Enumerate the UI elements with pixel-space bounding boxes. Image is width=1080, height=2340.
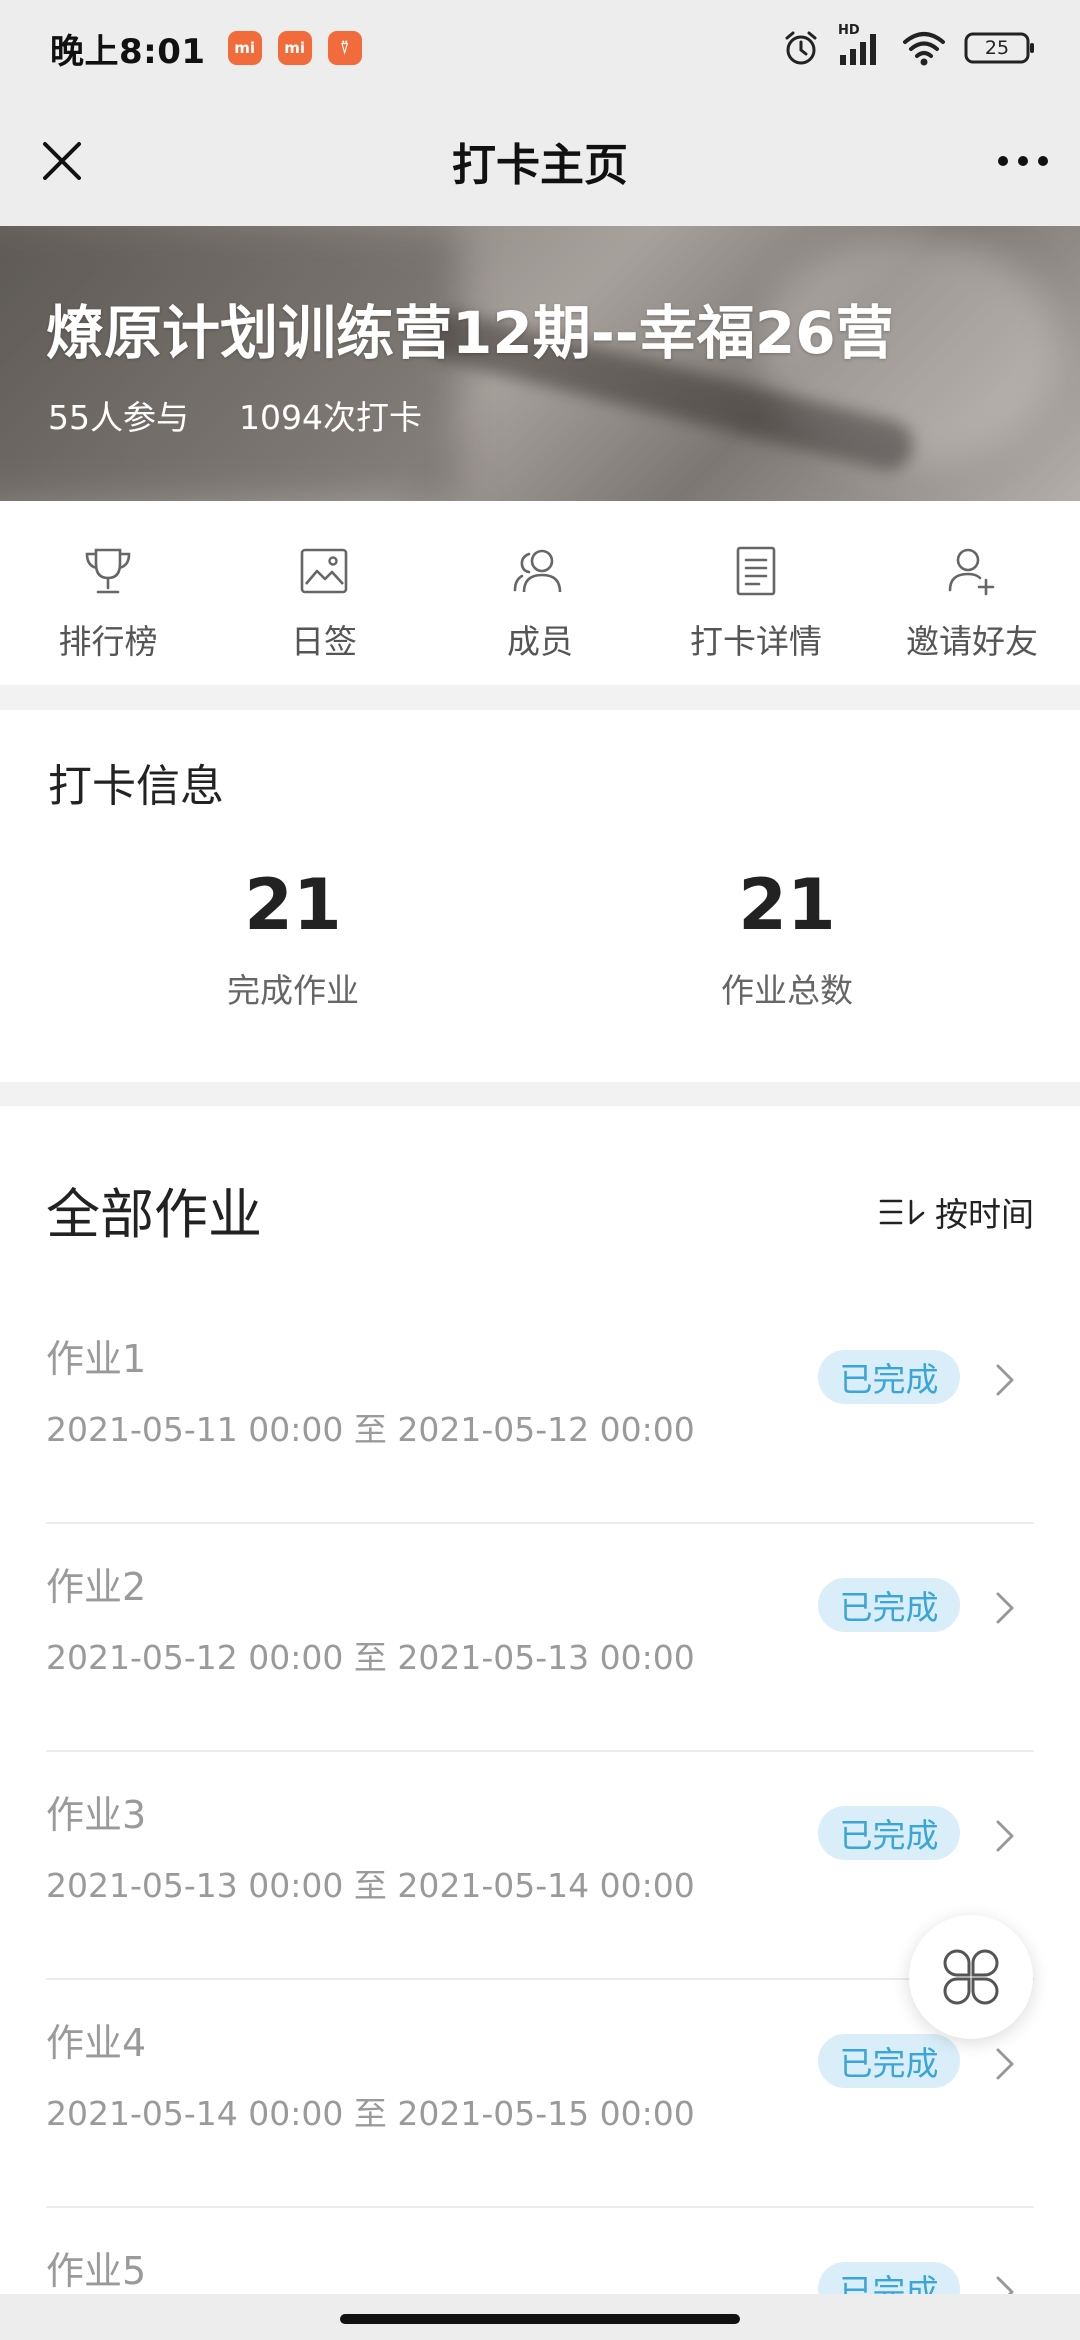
network-type-label: HD (838, 23, 860, 38)
chevron-right-icon (996, 1592, 1014, 1624)
wifi-icon (902, 29, 946, 67)
homework-date-range: 2021-05-13 00:00 至 2021-05-14 00:00 (46, 1866, 695, 1905)
more-dots-icon (998, 156, 1048, 166)
alarm-icon (782, 29, 820, 67)
checkin-info-title: 打卡信息 (48, 761, 224, 812)
homework-date-range: 2021-05-14 00:00 至 2021-05-15 00:00 (46, 2094, 695, 2133)
home-indicator[interactable] (340, 2314, 740, 2324)
chevron-right-icon (996, 1820, 1014, 1852)
homework-name: 作业2 (46, 1565, 147, 1609)
chevron-right-icon (996, 2048, 1014, 2080)
homework-title: 全部作业 (46, 1183, 262, 1246)
clover-grid-icon (943, 1949, 999, 2005)
mi-app-icon: mi (227, 31, 262, 65)
mi-app-icon: mi (277, 31, 312, 65)
checkin-details-button[interactable]: 打卡详情 (648, 501, 864, 685)
camp-title: 燎原计划训练营12期--幸福26营 (46, 299, 894, 367)
status-badge: 已完成 (818, 1806, 960, 1860)
section-divider (0, 1082, 1080, 1106)
document-icon (726, 541, 786, 601)
quick-actions: 排行榜 日签 成员 打卡详情 邀请好友 (0, 501, 1080, 685)
daily-sign-button[interactable]: 日签 (216, 501, 432, 685)
more-button[interactable] (988, 129, 1058, 193)
status-bar: 晚上8:01 mi mi ⍢ HD 25 (0, 0, 1080, 96)
signal-icon: HD (838, 23, 884, 67)
homework-date-range: 2021-05-12 00:00 至 2021-05-13 00:00 (46, 1638, 695, 1677)
members-icon (510, 541, 570, 601)
homework-item[interactable]: 作业3 2021-05-13 00:00 至 2021-05-14 00:00 … (46, 1752, 1034, 1980)
status-time: 晚上8:01 (50, 31, 206, 72)
homework-item[interactable]: 作业2 2021-05-12 00:00 至 2021-05-13 00:00 … (46, 1524, 1034, 1752)
homework-date-range: 2021-05-11 00:00 至 2021-05-12 00:00 (46, 1410, 695, 1449)
homework-list: 作业1 2021-05-11 00:00 至 2021-05-12 00:00 … (46, 1296, 1034, 2294)
homework-item[interactable]: 作业1 2021-05-11 00:00 至 2021-05-12 00:00 … (46, 1296, 1034, 1524)
chevron-right-icon (996, 2276, 1014, 2294)
add-friend-icon (942, 541, 1002, 601)
camp-banner: 燎原计划训练营12期--幸福26营 55人参与 1094次打卡 (0, 226, 1080, 501)
leaderboard-label: 排行榜 (58, 622, 158, 661)
total-stat: 21 作业总数 (587, 870, 987, 1012)
members-label: 成员 (507, 622, 573, 661)
close-icon (43, 142, 81, 180)
status-badge: 已完成 (818, 1350, 960, 1404)
section-divider (0, 685, 1080, 710)
members-button[interactable]: 成员 (432, 501, 648, 685)
checkin-details-label: 打卡详情 (690, 622, 822, 661)
mi-store-icon: ⍢ (327, 31, 362, 65)
sort-label: 按时间 (935, 1195, 1034, 1234)
completed-label: 完成作业 (227, 971, 359, 1010)
leaderboard-button[interactable]: 排行榜 (0, 501, 216, 685)
camp-stats: 55人参与 1094次打卡 (48, 391, 422, 439)
invite-friends-label: 邀请好友 (906, 622, 1038, 661)
homework-item[interactable]: 作业4 2021-05-14 00:00 至 2021-05-15 00:00 … (46, 1980, 1034, 2208)
image-icon (294, 541, 354, 601)
status-icons: HD 25 (782, 23, 1036, 67)
homework-name: 作业3 (46, 1793, 147, 1837)
daily-sign-label: 日签 (291, 622, 357, 661)
floating-menu-button[interactable] (909, 1915, 1033, 2039)
homework-name: 作业1 (46, 1337, 147, 1381)
battery-icon: 25 (964, 31, 1036, 65)
homework-section: 全部作业 按时间 作业1 2021-05-11 00:00 至 2021-05-… (0, 1106, 1080, 2294)
checkins-count: 1094次打卡 (239, 398, 422, 437)
trophy-icon (78, 541, 138, 601)
homework-item[interactable]: 作业5 已完成 (46, 2208, 1034, 2294)
participants-count: 55人参与 (48, 398, 189, 437)
total-count: 21 (738, 864, 836, 946)
chevron-right-icon (996, 1364, 1014, 1396)
sort-icon (879, 1199, 925, 1225)
homework-name: 作业4 (46, 2021, 147, 2065)
close-button[interactable] (30, 129, 94, 193)
screen: 晚上8:01 mi mi ⍢ HD 25 打卡主页 燎原计划训练营12期--幸福… (0, 0, 1080, 2340)
battery-level: 25 (984, 37, 1010, 59)
homework-name: 作业5 (46, 2249, 147, 2293)
completed-stat: 21 完成作业 (93, 870, 493, 1012)
gesture-bar (0, 2294, 1080, 2340)
nav-bar: 打卡主页 (0, 96, 1080, 226)
status-badge: 已完成 (818, 2262, 960, 2294)
checkin-info-section: 打卡信息 21 完成作业 21 作业总数 (0, 710, 1080, 1082)
invite-friends-button[interactable]: 邀请好友 (864, 501, 1080, 685)
status-badge: 已完成 (818, 2034, 960, 2088)
page-title: 打卡主页 (452, 140, 628, 191)
sort-button[interactable]: 按时间 (879, 1188, 1034, 1236)
total-label: 作业总数 (721, 971, 853, 1010)
completed-count: 21 (244, 864, 342, 946)
status-badge: 已完成 (818, 1578, 960, 1632)
